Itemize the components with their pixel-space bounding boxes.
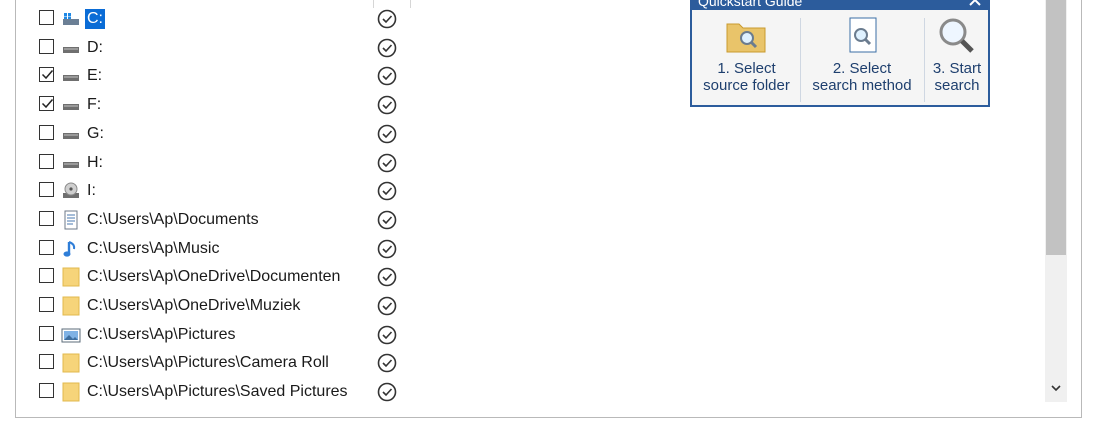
path-label[interactable]: C:\Users\Ap\Documents (85, 210, 261, 230)
check-circle-icon (376, 238, 398, 260)
check-circle-icon (376, 266, 398, 288)
check-circle-icon (376, 37, 398, 59)
optical-drive-icon (61, 181, 81, 201)
quickstart-title: Quickstart Guide (692, 0, 988, 10)
check-circle-icon (376, 180, 398, 202)
list-item[interactable]: H: (16, 149, 416, 177)
path-label[interactable]: C:\Users\Ap\Pictures\Camera Roll (85, 353, 331, 373)
list-item[interactable]: C:\Users\Ap\OneDrive\Muziek (16, 292, 416, 320)
select-source-folder-button[interactable]: 1. Select source folder (695, 14, 798, 104)
scroll-down-arrow-icon[interactable] (1048, 380, 1064, 396)
folder-icon (61, 353, 81, 373)
check-circle-icon (376, 123, 398, 145)
magnifier-icon (939, 18, 974, 53)
list-item[interactable]: E: (16, 62, 416, 90)
hard-drive-icon (61, 95, 81, 115)
list-item[interactable]: F: (16, 91, 416, 119)
folder-icon (61, 296, 81, 316)
list-item[interactable]: C:\Users\Ap\OneDrive\Documenten (16, 263, 416, 291)
check-circle-icon (376, 295, 398, 317)
quickstart-guide-panel: Quickstart Guide 1. Select source folder… (690, 0, 990, 107)
folder-icon (61, 267, 81, 287)
list-item[interactable]: G: (16, 120, 416, 148)
include-checkbox[interactable] (39, 38, 54, 54)
include-checkbox[interactable] (39, 182, 54, 198)
include-checkbox[interactable] (39, 67, 54, 83)
check-circle-icon (376, 8, 398, 30)
check-circle-icon (376, 65, 398, 87)
path-label[interactable]: E: (85, 66, 104, 86)
include-checkbox[interactable] (39, 210, 54, 226)
divider (924, 18, 925, 102)
hard-drive-icon (61, 153, 81, 173)
path-label[interactable]: C: (85, 9, 105, 29)
vertical-scrollbar[interactable] (1045, 0, 1067, 402)
include-checkbox[interactable] (39, 239, 54, 255)
path-label[interactable]: F: (85, 95, 103, 115)
list-item[interactable]: C:\Users\Ap\Music (16, 235, 416, 263)
list-item[interactable]: C:\Users\Ap\Pictures\Camera Roll (16, 349, 416, 377)
check-circle-icon (376, 94, 398, 116)
folder-icon (61, 382, 81, 402)
divider (800, 18, 801, 102)
scrollbar-thumb[interactable] (1046, 0, 1066, 255)
folder-search-icon (726, 23, 765, 53)
include-checkbox[interactable] (39, 354, 54, 370)
documents-icon (61, 210, 81, 230)
include-checkbox[interactable] (39, 153, 54, 169)
path-label[interactable]: D: (85, 38, 105, 58)
hard-drive-icon (61, 38, 81, 58)
hard-drive-icon (61, 66, 81, 86)
windows-drive-icon (61, 9, 81, 29)
path-label[interactable]: C:\Users\Ap\Music (85, 239, 221, 259)
include-checkbox[interactable] (39, 96, 54, 112)
include-checkbox[interactable] (39, 383, 54, 399)
music-note-icon (61, 239, 81, 259)
check-circle-icon (376, 152, 398, 174)
path-label[interactable]: C:\Users\Ap\OneDrive\Muziek (85, 296, 302, 316)
list-item[interactable]: D: (16, 34, 416, 62)
check-circle-icon (376, 324, 398, 346)
include-checkbox[interactable] (39, 325, 54, 341)
close-icon[interactable] (968, 0, 982, 7)
include-checkbox[interactable] (39, 124, 54, 140)
check-circle-icon (376, 381, 398, 402)
document-search-icon (849, 17, 877, 53)
include-checkbox[interactable] (39, 10, 54, 25)
path-label[interactable]: H: (85, 153, 105, 173)
start-search-button[interactable]: 3. Start search (927, 14, 987, 104)
path-label[interactable]: C:\Users\Ap\Pictures (85, 325, 237, 345)
select-search-method-button[interactable]: 2. Select search method (802, 14, 922, 104)
list-item[interactable]: I: (16, 177, 416, 205)
check-circle-icon (376, 352, 398, 374)
path-label[interactable]: C:\Users\Ap\OneDrive\Documenten (85, 267, 342, 287)
list-item[interactable]: C:\Users\Ap\Pictures\Saved Pictures (16, 378, 416, 402)
list-item[interactable]: C:\Users\Ap\Documents (16, 206, 416, 234)
check-circle-icon (376, 209, 398, 231)
path-label[interactable]: G: (85, 124, 106, 144)
path-label[interactable]: C:\Users\Ap\Pictures\Saved Pictures (85, 382, 350, 402)
list-item[interactable]: C:\Users\Ap\Pictures (16, 321, 416, 349)
list-item[interactable]: C: (16, 5, 416, 33)
path-label[interactable]: I: (85, 181, 98, 201)
include-checkbox[interactable] (39, 268, 54, 284)
include-checkbox[interactable] (39, 297, 54, 312)
hard-drive-icon (61, 124, 81, 144)
pictures-icon (61, 325, 81, 345)
